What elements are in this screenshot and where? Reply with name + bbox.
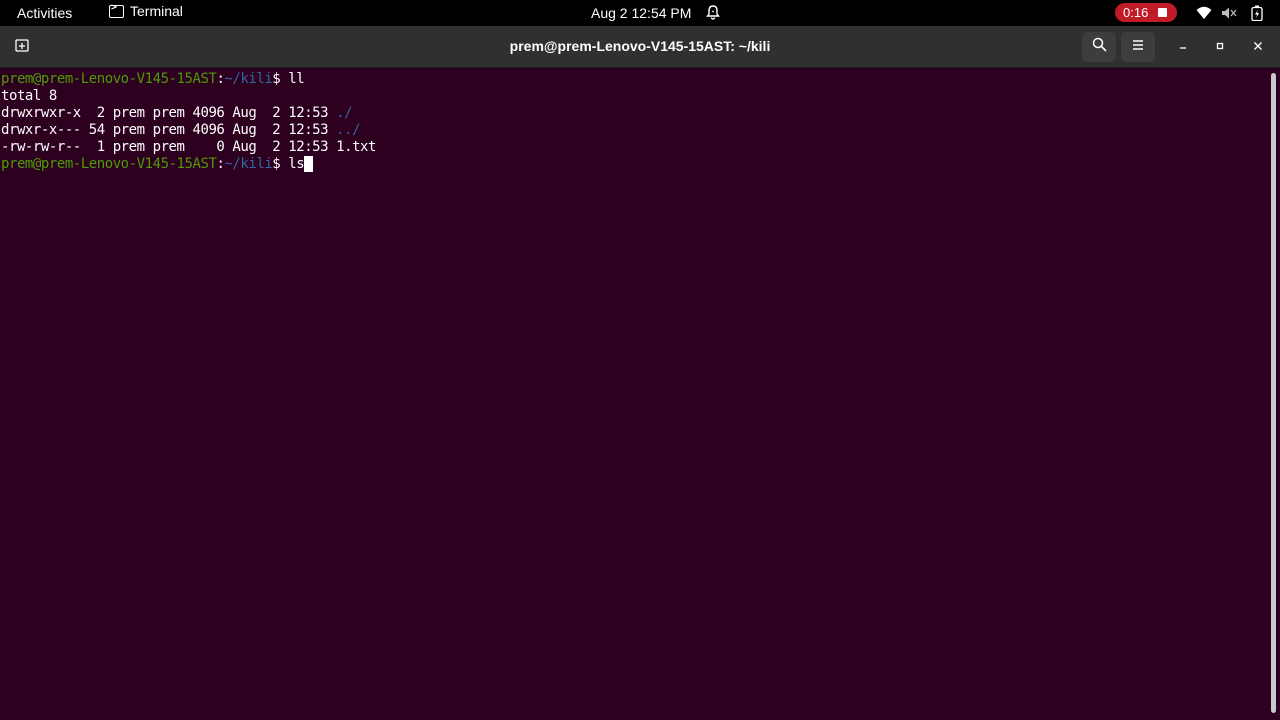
volume-icon[interactable] [1221, 5, 1237, 21]
close-button[interactable] [1247, 36, 1269, 58]
terminal-view[interactable]: prem@prem-Lenovo-V145-15AST:~/kili$ ll t… [0, 69, 1280, 720]
maximize-button[interactable] [1209, 36, 1231, 58]
terminal-line-output: total 8 [1, 88, 57, 105]
search-icon [1092, 37, 1107, 57]
scrollbar[interactable] [1271, 73, 1276, 713]
listing-meta: drwxr-x--- 54 prem prem 4096 Aug 2 12:53 [1, 122, 337, 138]
menu-button[interactable] [1121, 32, 1155, 62]
stop-icon [1158, 8, 1168, 17]
prompt-path: ~/kili [224, 71, 273, 87]
listing-name: ./ [336, 105, 353, 121]
search-button[interactable] [1082, 32, 1116, 62]
prompt-dollar: $ [272, 71, 289, 87]
app-menu-terminal[interactable]: Terminal [109, 2, 183, 19]
terminal-icon [109, 2, 124, 18]
terminal-line-listing: -rw-rw-r-- 1 prem prem 0 Aug 2 12:53 1.t… [1, 139, 376, 156]
listing-meta: drwxrwxr-x 2 prem prem 4096 Aug 2 12:53 [1, 105, 337, 121]
terminal-line-listing: drwxrwxr-x 2 prem prem 4096 Aug 2 12:53 … [1, 105, 353, 122]
wifi-icon[interactable] [1196, 5, 1212, 21]
minimize-icon [1178, 38, 1188, 56]
close-icon [1253, 38, 1263, 56]
hamburger-menu-icon [1132, 38, 1144, 56]
listing-name: 1.txt [336, 139, 377, 155]
listing-meta: -rw-rw-r-- 1 prem prem 0 Aug 2 12:53 [1, 139, 337, 155]
terminal-line-prompt: prem@prem-Lenovo-V145-15AST:~/kili$ ls [1, 156, 314, 173]
screen-recording-indicator[interactable]: 0:16 [1115, 3, 1177, 22]
app-menu-label: Terminal [130, 3, 183, 19]
terminal-line-prompt: prem@prem-Lenovo-V145-15AST:~/kili$ ll [1, 71, 305, 88]
bell-icon[interactable] [706, 5, 720, 20]
window-header-bar: prem@prem-Lenovo-V145-15AST: ~/kili [0, 26, 1280, 68]
clock[interactable]: Aug 2 12:54 PM [591, 5, 691, 21]
listing-name: ../ [336, 122, 361, 138]
prompt-command: ls [288, 156, 305, 172]
minimize-button[interactable] [1172, 36, 1194, 58]
battery-icon[interactable] [1249, 5, 1265, 22]
recording-time: 0:16 [1123, 5, 1149, 20]
prompt-user-host: prem@prem-Lenovo-V145-15AST [1, 71, 217, 87]
text-cursor [304, 156, 314, 172]
activities-button[interactable]: Activities [17, 5, 72, 21]
prompt-command: ll [288, 71, 305, 87]
maximize-icon [1215, 38, 1225, 56]
prompt-user-host: prem@prem-Lenovo-V145-15AST [1, 156, 217, 172]
top-bar: Activities Terminal Aug 2 12:54 PM 0:16 [0, 0, 1280, 26]
output-total: total 8 [1, 88, 57, 104]
prompt-path: ~/kili [224, 156, 273, 172]
terminal-line-listing: drwxr-x--- 54 prem prem 4096 Aug 2 12:53… [1, 122, 360, 139]
prompt-dollar: $ [272, 156, 289, 172]
